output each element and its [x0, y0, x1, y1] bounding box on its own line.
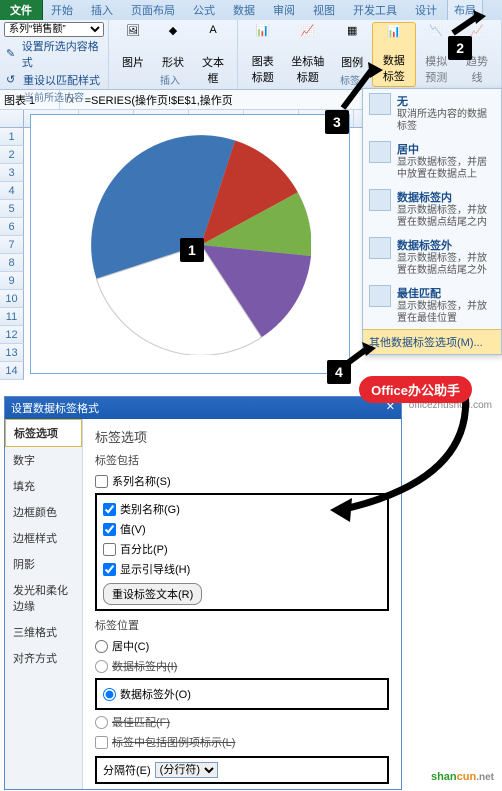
dd-inside[interactable]: 数据标签内显示数据标签，并放置在数据点结尾之内: [363, 185, 501, 233]
radio-center[interactable]: 居中(C): [95, 636, 389, 656]
side-number[interactable]: 数字: [5, 447, 82, 473]
side-border-color[interactable]: 边框颜色: [5, 499, 82, 525]
watermark-bubble: Office办公助手: [359, 376, 472, 403]
separator-select[interactable]: (分行符): [155, 762, 218, 778]
row-header[interactable]: 2: [0, 146, 24, 164]
curved-arrow: [310, 380, 480, 550]
textbox-icon: A: [199, 24, 227, 52]
center-icon: [369, 141, 391, 163]
side-align[interactable]: 对齐方式: [5, 645, 82, 671]
file-tab[interactable]: 文件: [0, 0, 43, 20]
row-header[interactable]: 6: [0, 218, 24, 236]
data-labels-icon: 📊: [380, 25, 408, 50]
select-all-corner[interactable]: [0, 110, 24, 127]
arrow-3: [338, 60, 388, 110]
radio-outside[interactable]: 数据标签外(O): [103, 684, 381, 704]
highlighted-radio: 数据标签外(O): [95, 678, 389, 710]
ribbon-tabs: 文件 开始 插入 页面布局 公式 数据 审阅 视图 开发工具 设计 布局: [0, 0, 502, 20]
reset-icon: ↺: [6, 73, 20, 87]
axis-title-button[interactable]: 📈坐标轴标题: [283, 22, 332, 87]
tab-design[interactable]: 设计: [407, 0, 445, 20]
callout-3: 3: [325, 110, 349, 134]
reset-match-style-button[interactable]: ↺重设以匹配样式: [4, 71, 104, 89]
row-header[interactable]: 7: [0, 236, 24, 254]
row-header[interactable]: 4: [0, 182, 24, 200]
side-3d[interactable]: 三维格式: [5, 619, 82, 645]
picture-button[interactable]: 🖼图片: [113, 22, 153, 72]
row-header[interactable]: 8: [0, 254, 24, 272]
chart-element-selector[interactable]: 系列“销售额”: [4, 22, 104, 37]
group-label-selection: 当前所选内容: [4, 89, 104, 104]
row-header[interactable]: 10: [0, 290, 24, 308]
radio-bestfit[interactable]: 最佳匹配(F): [95, 712, 389, 732]
side-glow[interactable]: 发光和柔化边缘: [5, 577, 82, 619]
callout-2: 2: [448, 36, 472, 60]
side-border-style[interactable]: 边框样式: [5, 525, 82, 551]
shape-button[interactable]: ◆形状: [153, 22, 193, 72]
reset-label-text-button[interactable]: 重设标签文本(R): [103, 583, 202, 605]
chart-title-button[interactable]: 📊图表标题: [242, 22, 283, 87]
position-title: 标签位置: [95, 617, 389, 633]
side-label-options[interactable]: 标签选项: [5, 419, 82, 447]
format-selection-button[interactable]: ✎设置所选内容格式: [4, 37, 104, 71]
callout-1: 1: [180, 238, 204, 262]
row-header[interactable]: 14: [0, 362, 24, 380]
chart-title-icon: 📊: [249, 24, 277, 51]
dialog-sidebar: 标签选项 数字 填充 边框颜色 边框样式 阴影 发光和柔化边缘 三维格式 对齐方…: [5, 419, 83, 789]
tab-home[interactable]: 开始: [43, 0, 81, 20]
sim-icon: 📉: [422, 24, 450, 51]
row-header[interactable]: 12: [0, 326, 24, 344]
row-header[interactable]: 5: [0, 200, 24, 218]
group-label-insert: 插入: [160, 72, 180, 87]
textbox-button[interactable]: A文本框: [193, 22, 233, 88]
dd-bestfit[interactable]: 最佳匹配显示数据标签，并放置在最佳位置: [363, 281, 501, 329]
tab-data[interactable]: 数据: [225, 0, 263, 20]
tab-insert[interactable]: 插入: [83, 0, 121, 20]
row-header[interactable]: 13: [0, 344, 24, 362]
chk-legend-key[interactable]: 标签中包括图例项标示(L): [95, 732, 389, 752]
dialog-title-text: 设置数据标签格式: [11, 400, 99, 416]
picture-icon: 🖼: [119, 24, 147, 52]
separator-row: 分隔符(E) (分行符): [95, 756, 389, 784]
ribbon: 系列“销售额” ✎设置所选内容格式 ↺重设以匹配样式 当前所选内容 🖼图片 ◆形…: [0, 20, 502, 90]
inside-icon: [369, 189, 391, 211]
row-header[interactable]: 1: [0, 128, 24, 146]
shape-icon: ◆: [159, 24, 187, 52]
row-header[interactable]: 11: [0, 308, 24, 326]
side-shadow[interactable]: 阴影: [5, 551, 82, 577]
arrow-2: [448, 8, 488, 38]
outside-icon: [369, 237, 391, 259]
row-header[interactable]: 9: [0, 272, 24, 290]
watermark-logo: shancun.net: [431, 767, 494, 785]
side-fill[interactable]: 填充: [5, 473, 82, 499]
tab-review[interactable]: 审阅: [265, 0, 303, 20]
bestfit-icon: [369, 285, 391, 307]
legend-icon: ▦: [338, 24, 366, 52]
tab-page-layout[interactable]: 页面布局: [123, 0, 183, 20]
dd-center[interactable]: 居中显示数据标签，并居中放置在数据点上: [363, 137, 501, 185]
radio-inside[interactable]: 数据标签内(I): [95, 656, 389, 676]
row-header[interactable]: 3: [0, 164, 24, 182]
data-labels-dropdown: 无取消所选内容的数据标签 居中显示数据标签，并居中放置在数据点上 数据标签内显示…: [362, 88, 502, 355]
dd-outside[interactable]: 数据标签外显示数据标签，并放置在数据点结尾之外: [363, 233, 501, 281]
tab-view[interactable]: 视图: [305, 0, 343, 20]
tab-formula[interactable]: 公式: [185, 0, 223, 20]
separator-label: 分隔符(E): [103, 762, 151, 778]
tab-dev[interactable]: 开发工具: [345, 0, 405, 20]
dd-more-options[interactable]: 其他数据标签选项(M)...: [363, 329, 501, 354]
format-icon: ✎: [6, 47, 19, 61]
chk-leader-lines[interactable]: 显示引导线(H): [103, 559, 381, 579]
axis-title-icon: 📈: [294, 24, 322, 51]
